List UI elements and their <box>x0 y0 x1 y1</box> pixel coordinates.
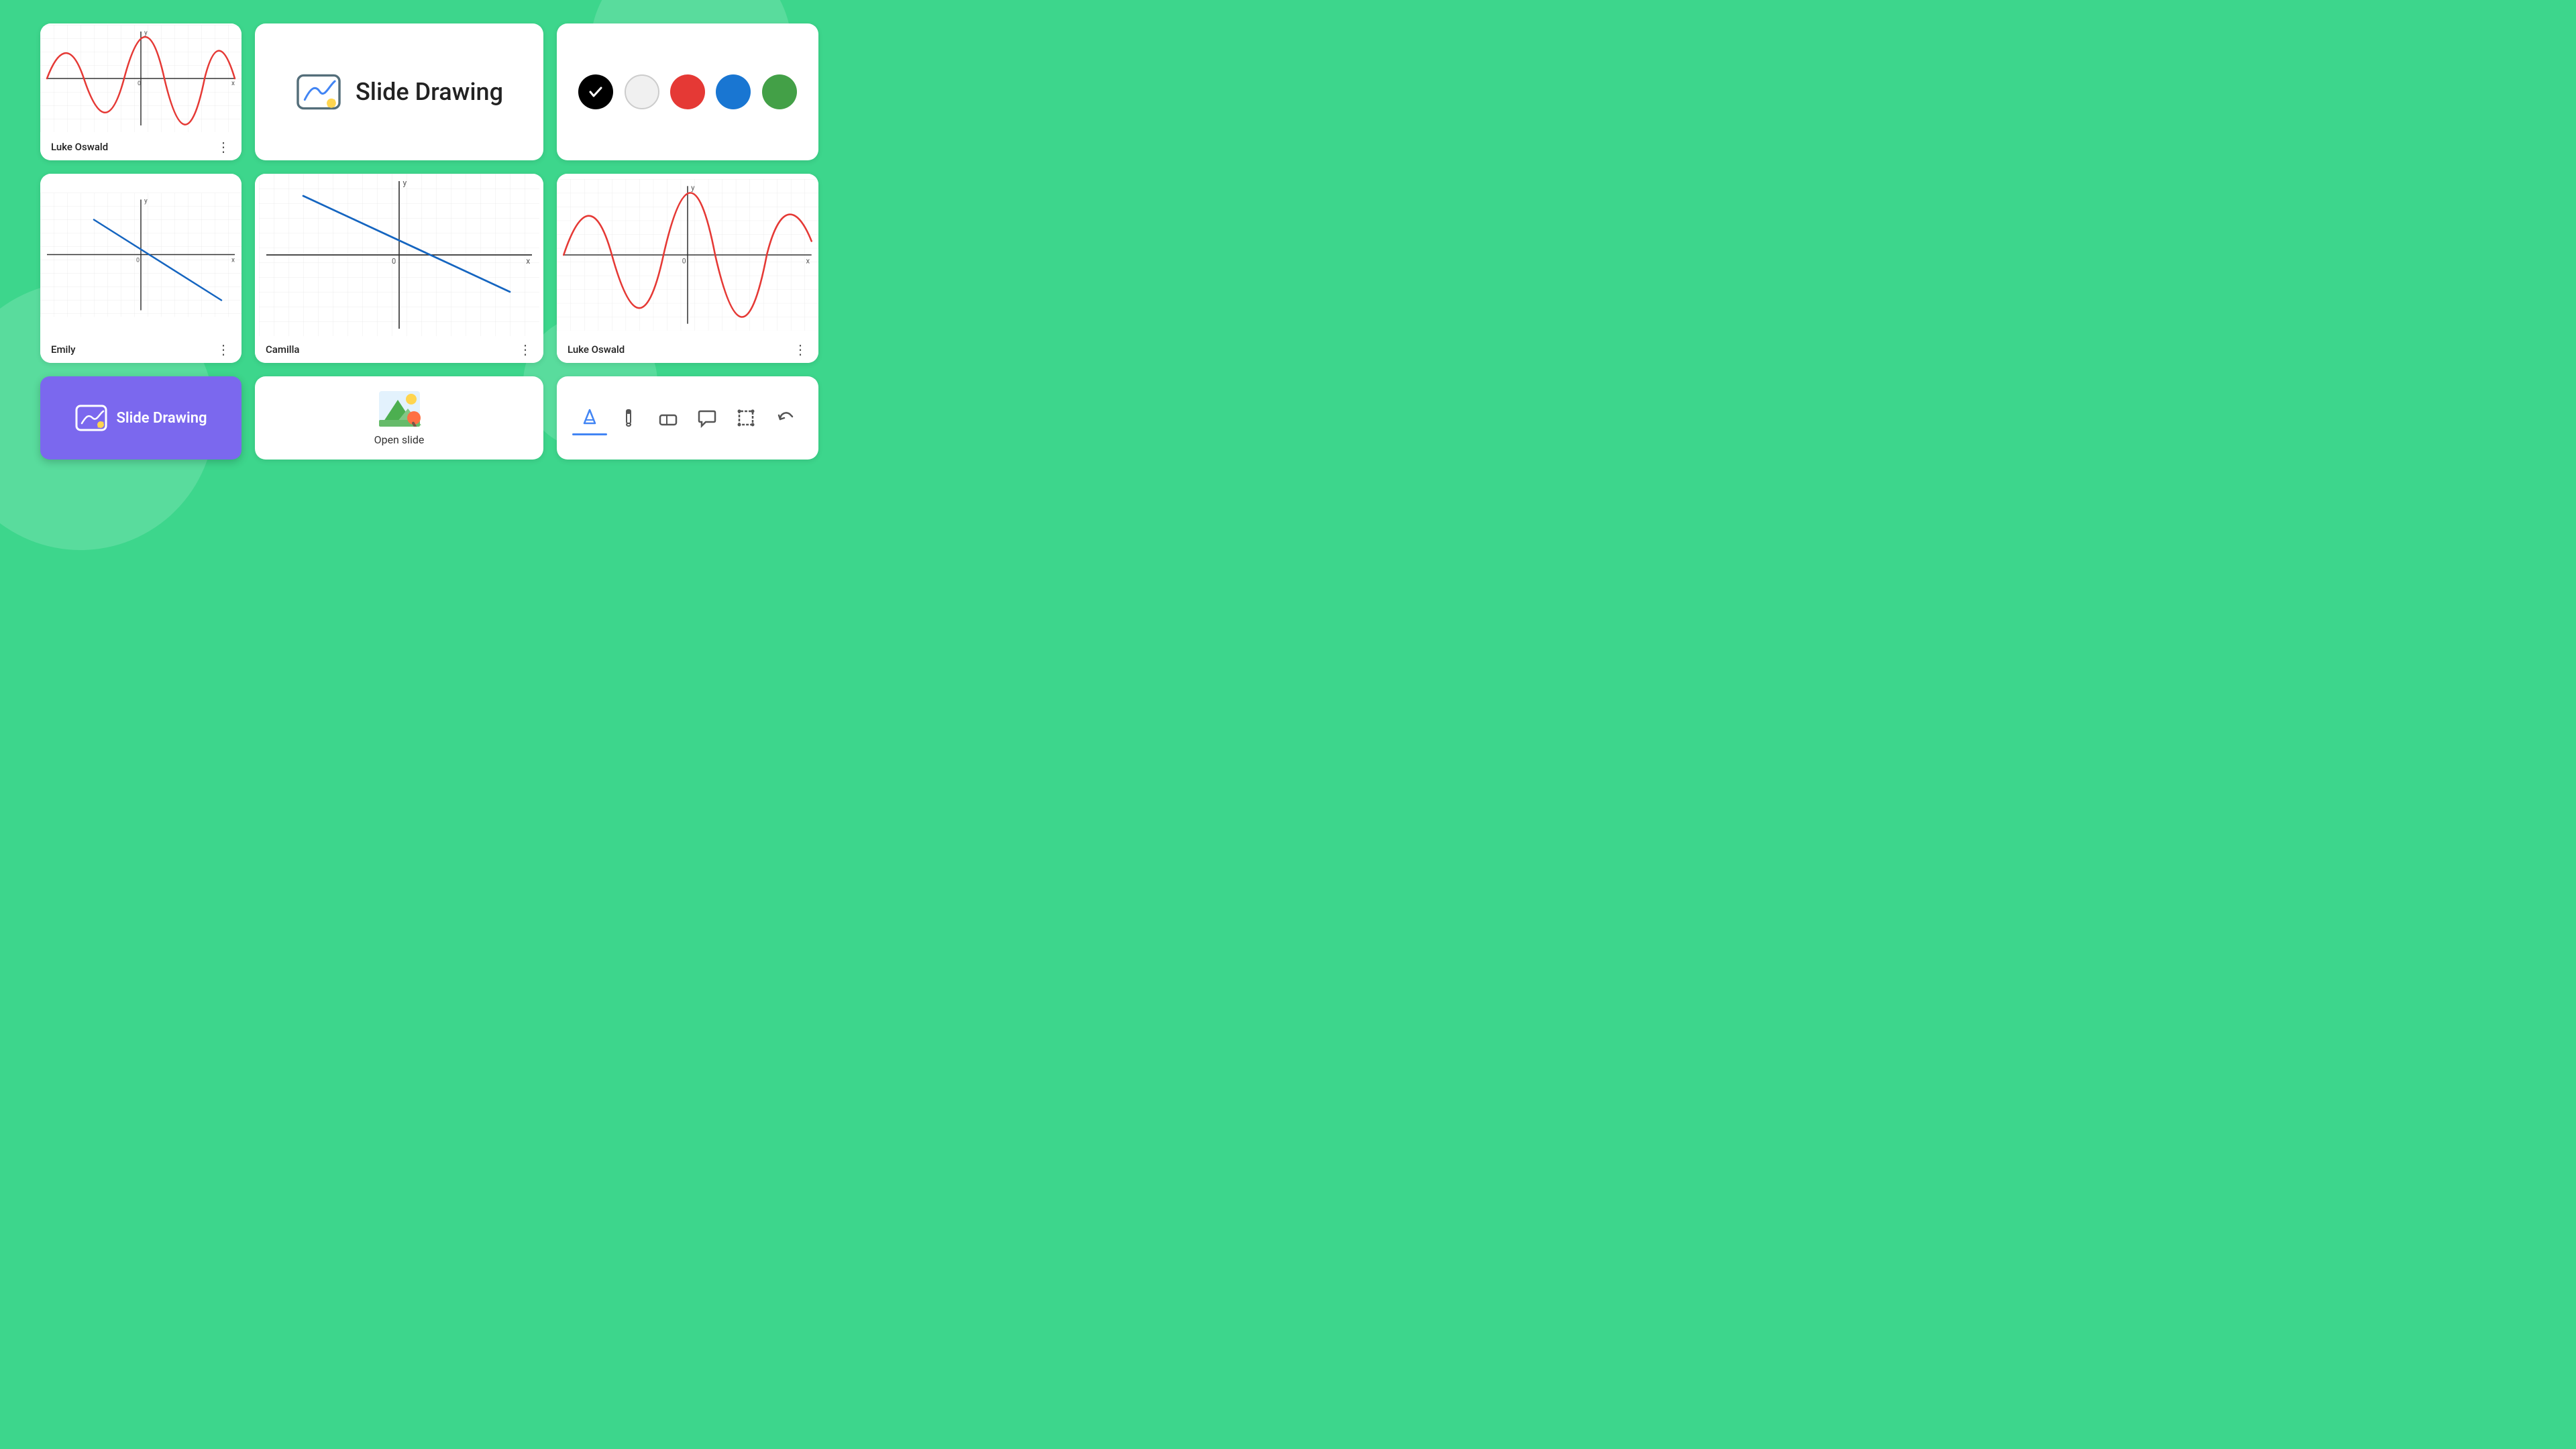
camilla-name: Camilla <box>266 343 300 356</box>
svg-text:x: x <box>526 256 530 266</box>
svg-text:y: y <box>144 198 148 205</box>
marker-icon <box>618 407 639 429</box>
speech-bubble-tool[interactable] <box>690 402 724 434</box>
camilla-graph: x y 0 <box>255 174 543 336</box>
svg-text:x: x <box>231 80 235 87</box>
luke-oswald-small-name: Luke Oswald <box>51 141 108 153</box>
open-slide-card[interactable]: Open slide <box>255 376 543 460</box>
color-black[interactable] <box>578 74 613 109</box>
color-picker-card <box>557 23 818 160</box>
emily-graph: x y 0 <box>40 174 241 336</box>
pencil-icon <box>579 407 600 429</box>
luke-oswald-small-card: x y 0 Luke Oswald ⋮ <box>40 23 241 160</box>
eraser-tool[interactable] <box>651 402 686 434</box>
slide-drawing-btn-label: Slide Drawing <box>117 410 207 427</box>
slide-drawing-button[interactable]: Slide Drawing <box>40 376 241 460</box>
color-blue[interactable] <box>716 74 751 109</box>
tools-card <box>557 376 818 460</box>
luke-oswald-large-name: Luke Oswald <box>568 343 625 356</box>
svg-text:x: x <box>806 256 810 265</box>
svg-text:0: 0 <box>392 257 396 266</box>
luke-oswald-large-graph: x y 0 <box>557 174 818 336</box>
check-icon <box>588 84 604 100</box>
sine-graph-small: x y 0 <box>40 23 241 133</box>
luke-oswald-large-card: x y 0 Luke Oswald ⋮ <box>557 174 818 363</box>
undo-icon <box>775 407 796 429</box>
pencil-tool[interactable] <box>572 402 607 434</box>
camilla-card: x y 0 Camilla ⋮ <box>255 174 543 363</box>
emily-card: x y 0 Emily ⋮ <box>40 174 241 363</box>
emily-menu[interactable]: ⋮ <box>217 343 231 356</box>
svg-text:y: y <box>691 184 695 193</box>
svg-text:0: 0 <box>682 256 686 265</box>
emily-name: Emily <box>51 343 76 356</box>
transform-tool[interactable] <box>729 402 763 434</box>
open-slide-label: Open slide <box>374 433 425 446</box>
transform-icon <box>735 407 757 429</box>
svg-text:0: 0 <box>136 258 140 264</box>
svg-text:y: y <box>144 30 148 37</box>
color-red[interactable] <box>670 74 705 109</box>
slide-drawing-header-title: Slide Drawing <box>356 78 503 106</box>
luke-oswald-large-menu[interactable]: ⋮ <box>794 343 808 356</box>
eraser-icon <box>657 407 679 429</box>
camilla-menu[interactable]: ⋮ <box>519 343 533 356</box>
svg-text:y: y <box>403 178 407 188</box>
marker-tool[interactable] <box>611 402 646 434</box>
color-green[interactable] <box>762 74 797 109</box>
svg-text:x: x <box>231 257 235 264</box>
slide-drawing-header-icon <box>295 73 342 111</box>
undo-tool[interactable] <box>768 402 803 434</box>
slide-drawing-header-card: Slide Drawing <box>255 23 543 160</box>
open-slide-icon <box>378 390 421 427</box>
speech-bubble-icon <box>696 407 718 429</box>
slide-drawing-btn-icon <box>75 405 107 431</box>
color-white[interactable] <box>625 74 659 109</box>
luke-oswald-small-menu[interactable]: ⋮ <box>217 140 231 154</box>
svg-text:0: 0 <box>138 80 141 87</box>
